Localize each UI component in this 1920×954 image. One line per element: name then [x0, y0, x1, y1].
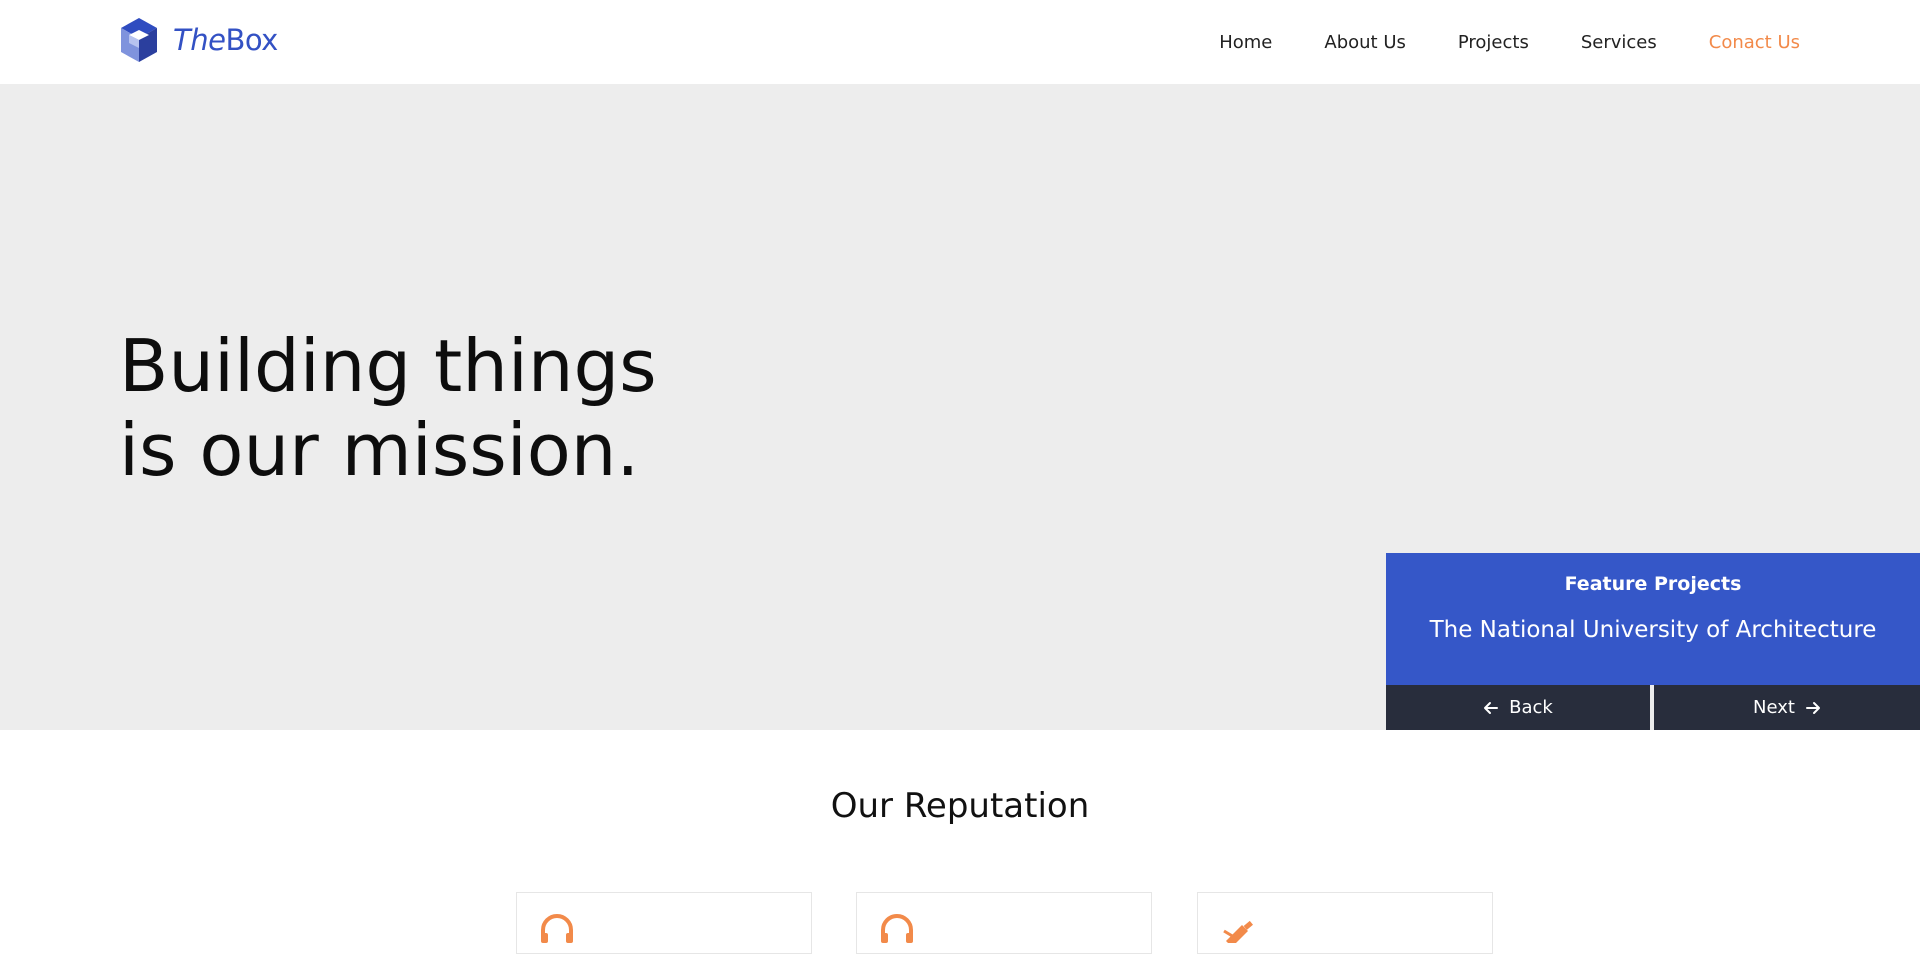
arrow-right-icon — [1805, 701, 1820, 714]
feature-projects-label: Feature Projects — [1564, 573, 1742, 595]
headset-icon — [881, 914, 913, 943]
nav-projects-link[interactable]: Projects — [1458, 32, 1529, 53]
nav-services-link[interactable]: Services — [1581, 32, 1657, 53]
headset-icon — [541, 914, 573, 943]
reputation-title: Our Reputation — [830, 786, 1090, 826]
next-button-label: Next — [1753, 697, 1795, 718]
pencil-ruler-icon — [1223, 920, 1253, 943]
brand-logo[interactable]: TheBox — [119, 16, 278, 64]
hero-headline-line1: Building things — [119, 324, 657, 408]
main-nav: Home About Us Projects Services Conact U… — [1167, 0, 1800, 84]
brand-name: TheBox — [173, 23, 278, 57]
reputation-card — [856, 892, 1152, 954]
reputation-card — [516, 892, 812, 954]
nav-contact-link[interactable]: Conact Us — [1709, 32, 1800, 53]
feature-projects-panel: Feature Projects The National University… — [1386, 553, 1920, 730]
hero-headline-line2: is our mission. — [119, 408, 640, 492]
site-header: TheBox Home About Us Projects Services C… — [0, 0, 1920, 84]
arrow-left-icon — [1484, 701, 1499, 714]
back-button[interactable]: Back — [1386, 685, 1650, 730]
nav-about-link[interactable]: About Us — [1324, 32, 1406, 53]
feature-projects-header: Feature Projects The National University… — [1386, 553, 1920, 685]
reputation-card — [1197, 892, 1493, 954]
cube-icon — [121, 18, 157, 62]
back-button-label: Back — [1509, 697, 1553, 718]
hero-headline: Building things is our mission. — [119, 324, 657, 492]
next-button[interactable]: Next — [1654, 685, 1920, 730]
feature-project-title: The National University of Architecture — [1429, 617, 1877, 643]
nav-home-link[interactable]: Home — [1219, 32, 1272, 53]
